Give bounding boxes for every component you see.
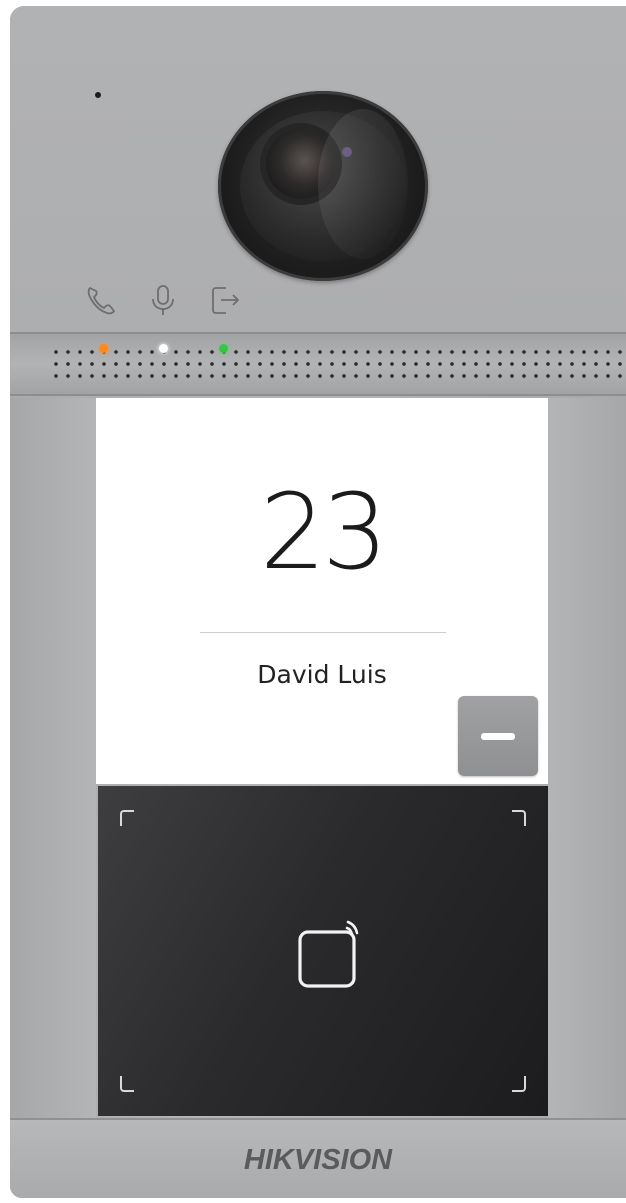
door-exit-icon <box>212 287 239 314</box>
phone-icon <box>87 287 115 315</box>
card-area-corner <box>120 810 134 826</box>
talk-status-led <box>159 344 168 353</box>
call-button[interactable] <box>458 696 538 776</box>
right-frame <box>548 398 626 1118</box>
card-reader[interactable] <box>98 786 548 1116</box>
camera-highlight <box>318 109 408 259</box>
card-area-corner <box>512 810 526 826</box>
room-number: 23 <box>259 471 388 593</box>
card-area-corner <box>120 1076 134 1092</box>
unlock-status-led <box>219 344 228 353</box>
brand-bar: HIKVISION <box>10 1118 626 1198</box>
call-status-led <box>99 344 108 353</box>
call-button-indicator <box>481 733 515 740</box>
card-area-corner <box>512 1076 526 1092</box>
microphone-hole <box>95 92 101 98</box>
camera-panel <box>10 6 626 334</box>
status-icons <box>84 282 242 318</box>
camera <box>218 91 428 281</box>
microphone-icon <box>152 285 174 315</box>
brand-logo: HIKVISION <box>243 1144 393 1176</box>
speaker-holes <box>50 346 626 382</box>
nfc-card-icon <box>298 920 359 988</box>
left-frame <box>10 398 96 1118</box>
display-divider <box>200 632 446 633</box>
resident-name: David Luis <box>257 660 387 689</box>
door-station: 23 David Luis HIKVISION <box>10 6 626 1198</box>
